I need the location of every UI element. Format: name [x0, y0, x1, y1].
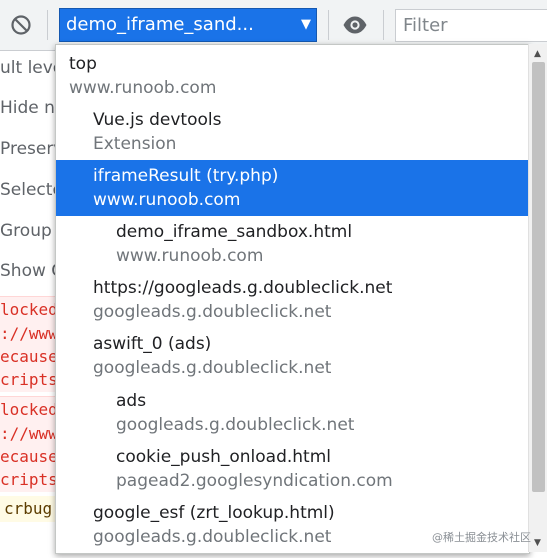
context-dropdown-menu: top www.runoob.com Vue.js devtools Exten… — [55, 44, 530, 554]
dropdown-arrow-icon: ▼ — [301, 17, 311, 32]
context-option-origin: pagead2.googlesyndication.com — [116, 471, 393, 491]
context-option-origin: googleads.g.doubleclick.net — [116, 415, 355, 435]
context-option-name: iframeResult (try.php) — [93, 166, 279, 186]
eye-icon[interactable] — [342, 14, 368, 36]
context-option-name: ads — [116, 391, 147, 411]
context-option-origin: googleads.g.doubleclick.net — [93, 527, 332, 547]
context-option-origin: www.runoob.com — [69, 78, 217, 98]
filter-input[interactable] — [395, 9, 547, 42]
context-option-origin: Extension — [93, 134, 177, 154]
log-level-row[interactable]: ult leve — [0, 58, 63, 78]
context-option-name: google_esf (zrt_lookup.html) — [93, 503, 335, 523]
console-error-line: ecause — [0, 446, 60, 468]
scroll-up-arrow-icon[interactable]: ▲ — [534, 49, 541, 59]
console-error-line: ://www — [0, 322, 60, 346]
console-error-line: cripts — [0, 468, 60, 492]
javascript-context-select[interactable]: demo_iframe_sand... ▼ — [59, 8, 317, 42]
context-option[interactable]: cookie_push_onload.html pagead2.googlesy… — [56, 441, 529, 497]
scrollbar-thumb[interactable] — [532, 62, 545, 492]
context-option[interactable]: aswift_0 (ads) googleads.g.doubleclick.n… — [56, 328, 529, 384]
toolbar-separator — [328, 10, 329, 40]
context-option[interactable]: ads googleads.g.doubleclick.net — [56, 385, 529, 441]
context-option[interactable]: demo_iframe_sandbox.html www.runoob.com — [56, 216, 529, 272]
context-option[interactable]: top www.runoob.com — [56, 48, 529, 104]
console-error-line: locked — [0, 396, 60, 423]
watermark-text: @稀土掘金技术社区 — [432, 531, 531, 544]
context-option-selected[interactable]: iframeResult (try.php) www.runoob.com — [56, 160, 529, 216]
context-option-name: Vue.js devtools — [93, 110, 222, 130]
console-error-line: ://www — [0, 422, 60, 446]
context-option[interactable]: https://googleads.g.doubleclick.net goog… — [56, 272, 529, 328]
context-option-name: demo_iframe_sandbox.html — [116, 222, 353, 242]
context-option-name: top — [69, 54, 97, 74]
console-error-line: ecause — [0, 346, 60, 368]
clear-console-icon[interactable] — [10, 14, 32, 36]
context-select-value: demo_iframe_sand... — [66, 14, 254, 35]
toolbar-separator — [383, 10, 384, 40]
context-option-name: aswift_0 (ads) — [93, 334, 212, 354]
context-option-name: https://googleads.g.doubleclick.net — [93, 278, 393, 298]
context-option-origin: googleads.g.doubleclick.net — [93, 302, 332, 322]
console-error-line: cripts — [0, 368, 60, 392]
toolbar-separator — [47, 10, 48, 40]
dropdown-scrollbar[interactable]: ▲ ▼ — [528, 44, 547, 552]
context-option-origin: www.runoob.com — [116, 246, 264, 266]
context-option-origin: www.runoob.com — [93, 190, 241, 210]
console-error-line: locked — [0, 296, 60, 323]
scroll-down-arrow-icon[interactable]: ▼ — [534, 538, 541, 548]
context-option[interactable]: Vue.js devtools Extension — [56, 104, 529, 160]
context-option-origin: googleads.g.doubleclick.net — [93, 358, 332, 378]
context-option-name: cookie_push_onload.html — [116, 447, 332, 467]
